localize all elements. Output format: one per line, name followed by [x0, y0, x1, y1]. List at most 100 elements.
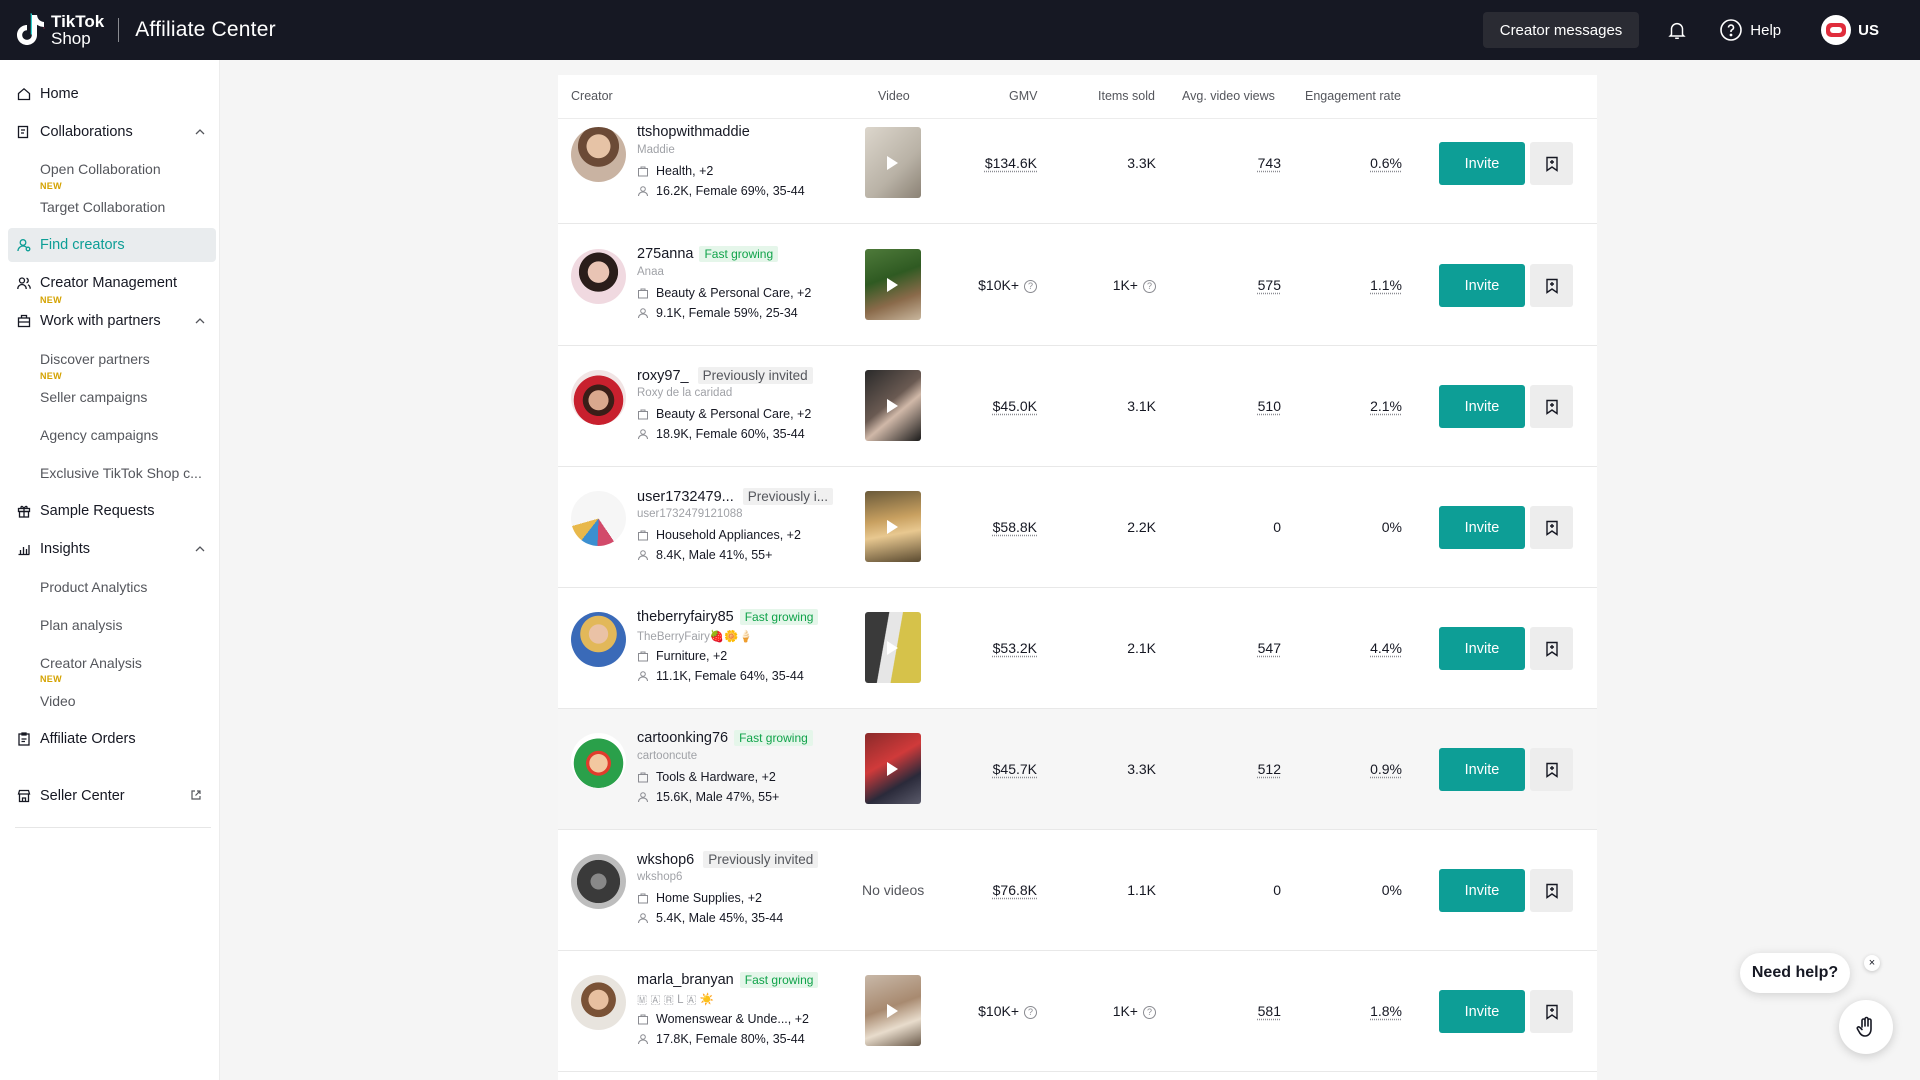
bookmark-icon[interactable] — [1530, 869, 1573, 912]
nav-product-analytics[interactable]: Product Analytics — [40, 579, 147, 595]
creator-handle[interactable]: 275anna — [637, 246, 693, 262]
creator-handle[interactable]: ttshopwithmaddie — [637, 124, 750, 140]
creator-handle[interactable]: user1732479... — [637, 489, 734, 505]
video-thumbnail[interactable] — [865, 975, 921, 1046]
region-selector[interactable]: US — [1821, 15, 1879, 45]
creator-avatar[interactable] — [571, 370, 626, 425]
info-icon[interactable]: ? — [1143, 1006, 1156, 1019]
creator-handle[interactable]: theberryfairy85 — [637, 609, 734, 625]
bookmark-icon[interactable] — [1530, 142, 1573, 185]
nav-work-with-partners[interactable]: Work with partners — [8, 304, 216, 338]
tiktok-logo-icon — [17, 13, 45, 45]
table-row[interactable]: theberryfairy85 Fast growing TheBerryFair… — [558, 588, 1597, 709]
creator-avatar[interactable] — [571, 733, 626, 788]
creator-avatar[interactable] — [571, 127, 626, 182]
invite-button[interactable]: Invite — [1439, 748, 1525, 791]
previously-invited-badge: Previously invited — [697, 367, 813, 384]
invite-button[interactable]: Invite — [1439, 264, 1525, 307]
creator-avatar[interactable] — [571, 612, 626, 667]
creator-handle[interactable]: roxy97_ — [637, 368, 689, 384]
bookmark-icon[interactable] — [1530, 627, 1573, 670]
followers-person-icon — [638, 913, 648, 924]
video-thumbnail[interactable] — [865, 127, 921, 198]
table-row[interactable]: user1732479... Previously i... user173247… — [558, 467, 1597, 588]
collaborations-icon — [16, 124, 32, 140]
invite-button[interactable]: Invite — [1439, 990, 1525, 1033]
creator-avatar[interactable] — [571, 491, 626, 546]
invite-button[interactable]: Invite — [1439, 627, 1525, 670]
insights-chart-icon — [16, 541, 32, 557]
nav-open-collaboration[interactable]: Open Collaboration — [40, 161, 161, 177]
previously-invited-badge: Previously i... — [742, 488, 834, 505]
nav-find-creators[interactable]: Find creators — [8, 228, 216, 262]
info-icon[interactable]: ? — [1143, 280, 1156, 293]
engagement-value: 2.1% — [1370, 398, 1402, 414]
bookmark-icon[interactable] — [1530, 748, 1573, 791]
find-creators-icon — [16, 237, 32, 253]
col-avg-views: Avg. video views — [1182, 89, 1275, 103]
col-video: Video — [878, 89, 910, 103]
col-creator: Creator — [571, 89, 613, 103]
nav-agency-campaigns[interactable]: Agency campaigns — [40, 427, 158, 443]
bookmark-icon[interactable] — [1530, 264, 1573, 307]
table-row[interactable]: 275anna Fast growing Anaa Beauty & Person… — [558, 225, 1597, 346]
col-items-sold: Items sold — [1098, 89, 1155, 103]
nav-collaborations[interactable]: Collaborations — [8, 115, 216, 149]
nav-exclusive-shop[interactable]: Exclusive TikTok Shop c... — [40, 465, 202, 481]
nav-insights[interactable]: Insights — [8, 532, 216, 566]
table-row[interactable]: marla_branyan Fast growing 🇲 🇦 🇷 L 🇦 ☀️ W… — [558, 951, 1597, 1072]
nav-seller-center[interactable]: Seller Center — [8, 779, 216, 813]
creator-handle[interactable]: marla_branyan — [637, 972, 734, 988]
help-hand-icon[interactable] — [1839, 1000, 1893, 1054]
fast-growing-badge: Fast growing — [734, 730, 813, 746]
video-thumbnail[interactable] — [865, 733, 921, 804]
table-row[interactable]: ttshopwithmaddie Maddie Health, +2 16.2K… — [558, 103, 1597, 224]
creator-avatar[interactable] — [571, 249, 626, 304]
nav-home[interactable]: Home — [8, 77, 216, 111]
video-thumbnail[interactable] — [865, 491, 921, 562]
help-button[interactable]: Help — [1719, 18, 1781, 42]
creator-audience: 8.4K, Male 41%, 55+ — [656, 548, 773, 562]
nav-sample-requests[interactable]: Sample Requests — [8, 494, 216, 528]
bookmark-icon[interactable] — [1530, 990, 1573, 1033]
items-sold-value: 3.3K — [1127, 761, 1156, 777]
video-thumbnail[interactable] — [865, 612, 921, 683]
video-thumbnail[interactable] — [865, 370, 921, 441]
table-row[interactable]: cartoonking76 Fast growing cartooncute To… — [558, 709, 1597, 830]
category-bag-icon — [638, 1014, 648, 1025]
invite-button[interactable]: Invite — [1439, 142, 1525, 185]
close-icon[interactable]: × — [1864, 955, 1880, 971]
creator-handle[interactable]: cartoonking76 — [637, 730, 728, 746]
creator-avatar[interactable] — [571, 975, 626, 1030]
table-row[interactable]: roxy97_ Previously invited Roxy de la car… — [558, 346, 1597, 467]
creator-avatar[interactable] — [571, 854, 626, 909]
invite-button[interactable]: Invite — [1439, 385, 1525, 428]
nav-creator-analysis[interactable]: Creator Analysis — [40, 655, 142, 671]
invite-button[interactable]: Invite — [1439, 506, 1525, 549]
creator-handle[interactable]: wkshop6 — [637, 852, 694, 868]
info-icon[interactable]: ? — [1024, 1006, 1037, 1019]
nav-seller-campaigns[interactable]: Seller campaigns — [40, 389, 147, 405]
engagement-value: 4.4% — [1370, 640, 1402, 656]
engagement-value: 0% — [1381, 882, 1402, 898]
bookmark-icon[interactable] — [1530, 506, 1573, 549]
category-bag-icon — [638, 772, 648, 783]
bookmark-icon[interactable] — [1530, 385, 1573, 428]
need-help-bubble[interactable]: Need help? — [1740, 953, 1850, 993]
gift-icon — [16, 503, 32, 519]
info-icon[interactable]: ? — [1024, 280, 1037, 293]
nav-plan-analysis[interactable]: Plan analysis — [40, 617, 123, 633]
video-thumbnail[interactable] — [865, 249, 921, 320]
tiktok-shop-logo[interactable]: TikTok Shop — [15, 13, 104, 47]
nav-affiliate-orders[interactable]: Affiliate Orders — [8, 722, 216, 756]
fast-growing-badge: Fast growing — [699, 246, 779, 262]
invite-button[interactable]: Invite — [1439, 869, 1525, 912]
notifications-bell-icon[interactable] — [1663, 16, 1691, 44]
creator-messages-button[interactable]: Creator messages — [1482, 12, 1640, 48]
nav-discover-partners[interactable]: Discover partners — [40, 351, 150, 367]
new-badge: NEW — [40, 674, 62, 684]
nav-video[interactable]: Video — [40, 693, 76, 709]
col-gmv: GMV — [1009, 89, 1038, 103]
nav-target-collaboration[interactable]: Target Collaboration — [40, 199, 165, 215]
table-row[interactable]: wkshop6 Previously invited wkshop6 Home S… — [558, 830, 1597, 951]
